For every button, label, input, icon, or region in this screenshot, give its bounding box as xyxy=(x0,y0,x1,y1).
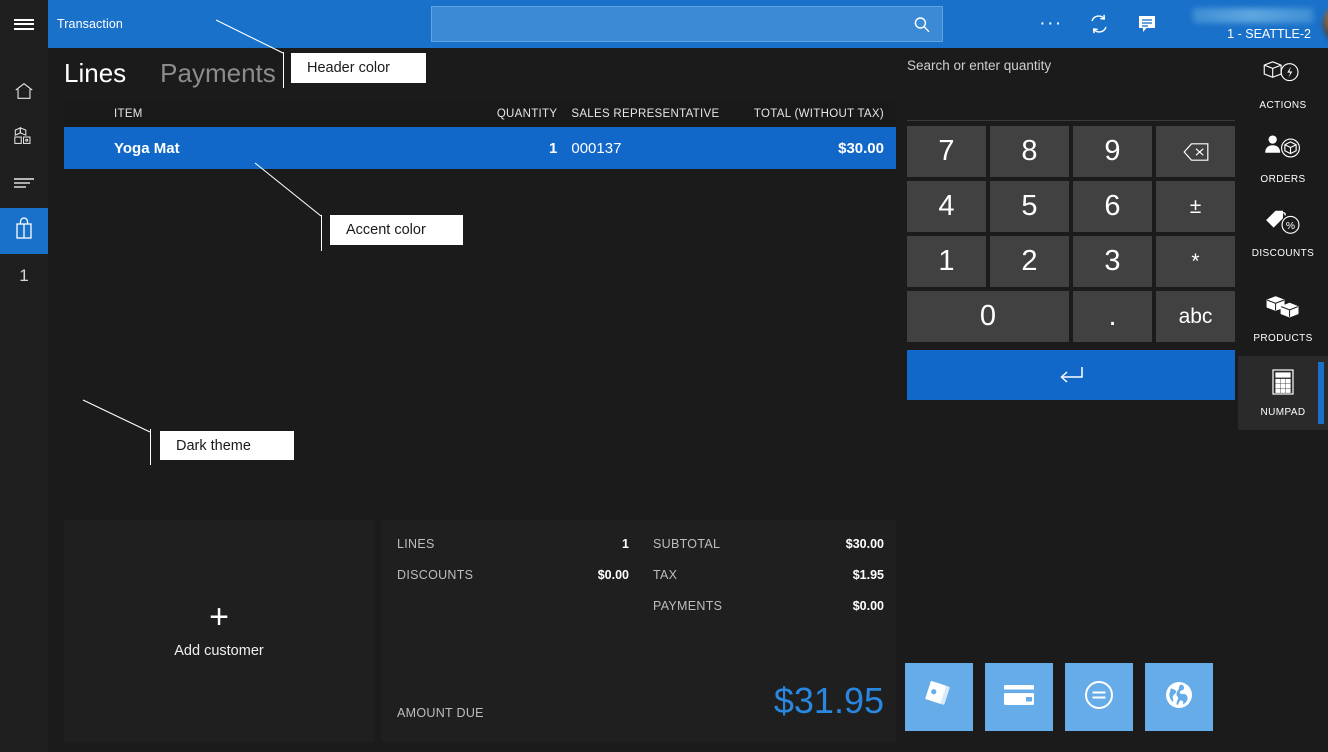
callout-tick-dark xyxy=(150,429,151,465)
callout-tick-header xyxy=(283,52,284,88)
pos-application: 1 Transaction ··· xyxy=(0,0,1328,752)
callout-label: Dark theme xyxy=(176,438,251,454)
leader-line-header xyxy=(0,0,1328,752)
callout-tick-accent xyxy=(321,215,322,251)
callout-header-color: Header color xyxy=(291,53,426,83)
callout-dark-theme: Dark theme xyxy=(160,431,294,460)
callout-accent-color: Accent color xyxy=(330,215,463,245)
callout-label: Header color xyxy=(307,60,390,76)
callout-label: Accent color xyxy=(346,222,426,238)
